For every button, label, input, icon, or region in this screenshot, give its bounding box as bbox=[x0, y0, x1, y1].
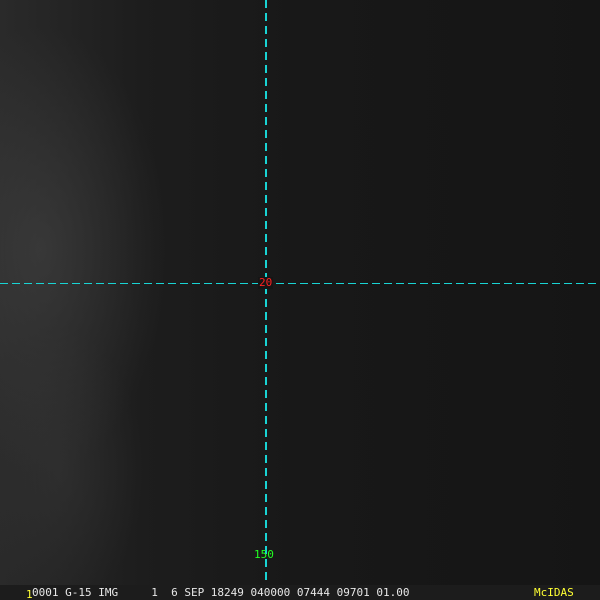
longitude-label: 150 bbox=[254, 548, 274, 561]
status-bar: 1 0001 G-15 IMG 1 6 SEP 18249 040000 074… bbox=[0, 585, 600, 600]
latitude-label: 20 bbox=[258, 276, 274, 289]
mcidas-logo: McIDAS bbox=[534, 586, 574, 599]
satellite-image-display[interactable]: 20 150 1 0001 G-15 IMG 1 6 SEP 18249 040… bbox=[0, 0, 600, 600]
latitude-line bbox=[0, 283, 600, 284]
longitude-line bbox=[265, 0, 267, 584]
image-info: 0001 G-15 IMG 1 6 SEP 18249 040000 07444… bbox=[32, 586, 410, 599]
